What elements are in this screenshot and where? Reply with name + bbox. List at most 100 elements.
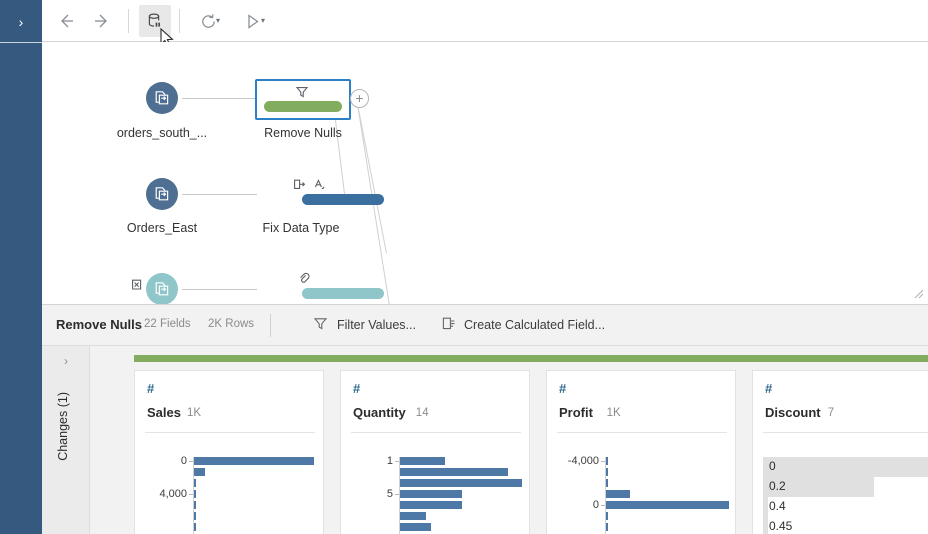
filter-values-button[interactable]: Filter Values...	[337, 318, 416, 332]
field-histogram[interactable]: 0 4,000	[145, 455, 320, 534]
profile-title: Remove Nulls	[56, 317, 142, 332]
field-card[interactable]: # Profit 1K -4,000 0	[546, 370, 736, 534]
domain-value-label: 0.2	[769, 479, 786, 493]
histogram-bar[interactable]	[194, 523, 197, 531]
step-color-strip	[134, 355, 928, 362]
domain-value-label: 0.4	[769, 499, 786, 513]
step-node-label-fix-data-type: Fix Data Type	[262, 221, 340, 235]
refresh-dropdown-caret-icon[interactable]: ▾	[216, 17, 224, 25]
field-histogram[interactable]: 15	[351, 455, 526, 534]
field-distinct-count: 7	[827, 407, 835, 419]
field-card[interactable]: # Quantity 14 1 5	[340, 370, 530, 534]
histogram-bar[interactable]	[606, 457, 608, 465]
histogram-bar[interactable]	[606, 501, 729, 509]
histogram-bar[interactable]	[194, 479, 197, 487]
field-card[interactable]: # Discount 7 0 0.2 0.4 0.45	[752, 370, 928, 534]
histogram-bar[interactable]	[400, 501, 462, 509]
domain-value-bar	[763, 497, 769, 517]
toolbar-separator-2	[179, 9, 180, 33]
rail-divider	[0, 42, 42, 43]
histogram-bar[interactable]	[606, 512, 608, 520]
number-type-icon: #	[353, 381, 361, 396]
histogram-bar[interactable]	[606, 468, 608, 476]
rename-field-icon	[293, 178, 306, 196]
histogram-bar[interactable]	[194, 457, 315, 465]
step-node-remove-nulls[interactable]	[255, 79, 351, 120]
back-button[interactable]	[50, 5, 82, 37]
run-dropdown-caret-icon[interactable]: ▾	[261, 17, 269, 25]
histogram-bar[interactable]	[606, 490, 630, 498]
domain-value-bar	[763, 517, 769, 534]
histogram-bar[interactable]	[606, 479, 608, 487]
pane-resize-grip[interactable]	[912, 287, 924, 302]
changes-rail: › Changes (1)	[42, 346, 90, 534]
histogram-bar[interactable]	[194, 490, 197, 498]
histogram-tick	[395, 461, 399, 462]
number-type-icon: #	[765, 381, 773, 396]
expand-sidebar-chevron-icon[interactable]: ›	[0, 10, 42, 34]
histogram-tick	[601, 505, 605, 506]
step-bar-union	[302, 288, 384, 299]
step-bar-fix-data-type	[302, 194, 384, 205]
field-histogram[interactable]: -4,000 0	[557, 455, 732, 534]
profile-header-separator	[270, 314, 271, 337]
step-node-fix-data-type[interactable]	[257, 175, 384, 213]
histogram-tick-label: 0	[592, 499, 599, 511]
histogram-bar[interactable]	[400, 512, 427, 520]
histogram-tick-label: 4,000	[159, 488, 187, 500]
histogram-bar[interactable]	[400, 457, 445, 465]
flow-pane: orders_south_... Remove Nulls + Orders_E…	[42, 42, 928, 304]
field-distinct-count: 14	[415, 407, 429, 419]
calculated-field-icon[interactable]	[441, 316, 456, 336]
domain-value-row[interactable]: 0.2	[763, 477, 928, 497]
field-card-divider	[145, 432, 315, 433]
field-name: Profit	[559, 405, 593, 420]
field-card-divider	[557, 432, 727, 433]
profile-fields-count: 22 Fields	[144, 318, 191, 330]
create-calculated-field-button[interactable]: Create Calculated Field...	[464, 318, 605, 332]
expand-changes-chevron-icon[interactable]: ›	[42, 354, 90, 372]
histogram-tick-label: 1	[386, 455, 393, 467]
histogram-bar[interactable]	[194, 512, 196, 520]
histogram-bar[interactable]	[400, 479, 522, 487]
input-node-label-orders-east: Orders_East	[126, 221, 198, 235]
histogram-bar[interactable]	[400, 490, 462, 498]
flow-connector-2	[182, 194, 257, 195]
flow-connector-3	[182, 289, 257, 290]
histogram-bar[interactable]	[400, 523, 431, 531]
add-step-button[interactable]: +	[350, 89, 369, 108]
histogram-tick	[189, 461, 193, 462]
changes-panel-label[interactable]: Changes (1)	[56, 392, 70, 461]
field-name: Sales	[147, 405, 181, 420]
input-node-label-orders-south: orders_south_...	[116, 126, 208, 140]
histogram-bar[interactable]	[606, 523, 608, 531]
step-node-union[interactable]	[257, 270, 384, 304]
histogram-tick-label: -4,000	[567, 455, 599, 467]
profile-pane: Remove Nulls 22 Fields 2K Rows Filter Va…	[42, 304, 928, 534]
histogram-tick	[601, 461, 605, 462]
histogram-tick-label: 5	[386, 488, 393, 500]
domain-value-bar	[763, 457, 928, 477]
domain-value-label: 0.45	[769, 519, 793, 533]
left-rail: ›	[0, 0, 42, 534]
domain-value-row[interactable]: 0.4	[763, 497, 928, 517]
histogram-tick	[189, 494, 193, 495]
remove-input-icon[interactable]	[130, 278, 144, 297]
input-node-orders-south[interactable]	[146, 82, 178, 114]
domain-value-row[interactable]: 0	[763, 457, 928, 477]
histogram-bar[interactable]	[194, 468, 206, 476]
input-node-third[interactable]	[146, 273, 178, 304]
forward-button[interactable]	[86, 5, 118, 37]
domain-value-row[interactable]: 0.45	[763, 517, 928, 534]
number-type-icon: #	[559, 381, 567, 396]
field-card[interactable]: # Sales 1K 0 4,000	[134, 370, 324, 534]
toolbar-separator-1	[128, 9, 129, 33]
filter-icon[interactable]	[313, 316, 328, 336]
field-name: Quantity	[353, 405, 406, 420]
filter-icon	[295, 85, 309, 99]
domain-value-label: 0	[769, 459, 776, 473]
field-name: Discount	[765, 405, 821, 420]
histogram-bar[interactable]	[194, 501, 197, 509]
input-node-orders-east[interactable]	[146, 178, 178, 210]
histogram-bar[interactable]	[400, 468, 508, 476]
